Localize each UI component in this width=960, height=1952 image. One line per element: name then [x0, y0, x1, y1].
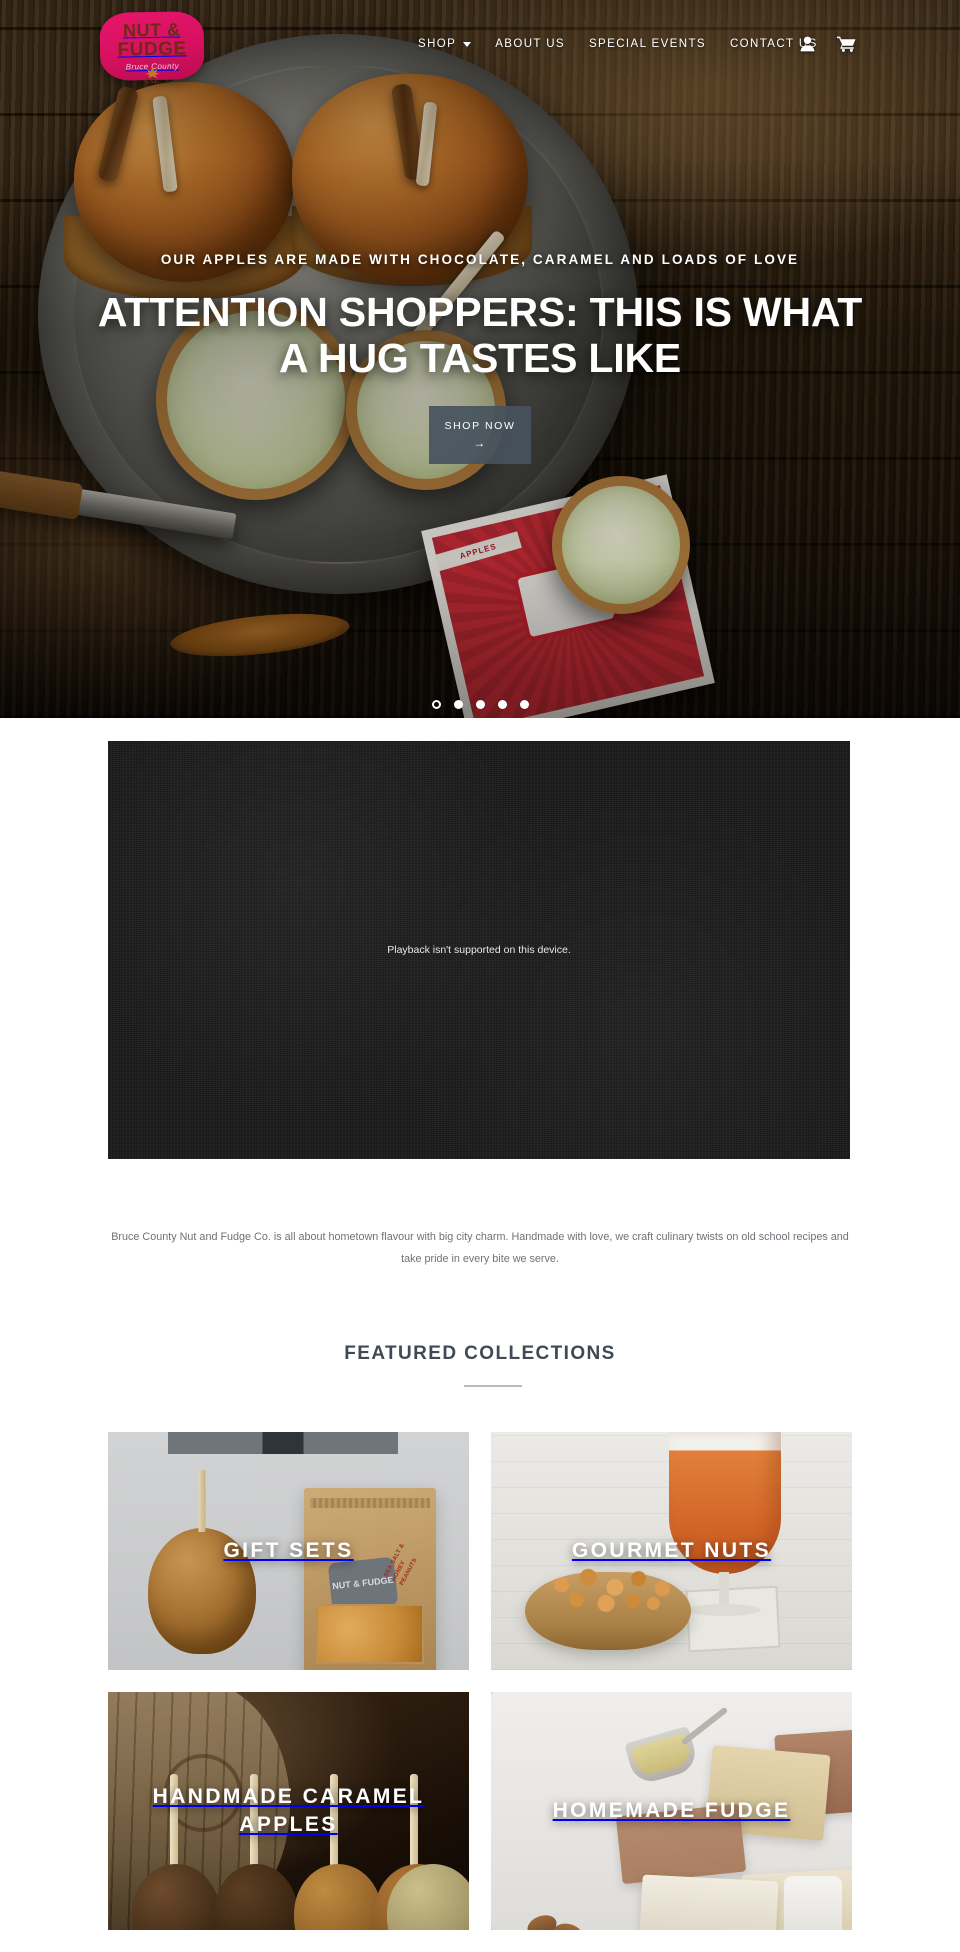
slider-dot-3[interactable] — [475, 700, 485, 709]
shop-now-button[interactable]: SHOP NOW → — [429, 405, 531, 464]
site-header: NUT & FUDGE Bruce County CO. SHOP ABOUT … — [0, 0, 960, 100]
collection-label-homemade-fudge: HOMEMADE FUDGE — [552, 1799, 791, 1823]
bag-seal — [310, 1498, 430, 1508]
main-navigation: SHOP ABOUT US SPECIAL EVENTS CONTACT US — [418, 38, 818, 50]
slider-dot-4[interactable] — [497, 700, 507, 709]
creamer-pitcher-prop — [784, 1876, 842, 1930]
cart-icon[interactable] — [837, 36, 856, 52]
hero-subtitle: OUR APPLES ARE MADE WITH CHOCOLATE, CARA… — [160, 252, 800, 267]
video-playback-message: Playback isn't supported on this device. — [387, 944, 571, 956]
video-player[interactable]: Playback isn't supported on this device. — [108, 741, 850, 1159]
intro-paragraph: Bruce County Nut and Fudge Co. is all ab… — [111, 1231, 849, 1265]
nav-label-shop: SHOP — [418, 38, 457, 50]
slider-dot-1[interactable] — [431, 700, 441, 709]
scoop-prop — [624, 1725, 700, 1787]
nav-item-about-us[interactable]: ABOUT US — [495, 38, 565, 50]
featured-collections-heading: FEATURED COLLECTIONS — [344, 1343, 616, 1364]
nav-item-shop[interactable]: SHOP — [418, 38, 472, 50]
collection-tile-gourmet-nuts[interactable]: GOURMET NUTS — [491, 1432, 852, 1670]
video-section: Playback isn't supported on this device. — [108, 741, 850, 1159]
scoop-contents — [630, 1732, 694, 1779]
caramel-apple-prop — [294, 1864, 382, 1930]
glass-foot — [687, 1604, 761, 1616]
coaster-prop — [685, 1585, 781, 1653]
collection-row: HANDMADE CARAMEL APPLES HOMEMADE FUDGE — [108, 1692, 852, 1930]
collection-label-gourmet-nuts: GOURMET NUTS — [571, 1539, 772, 1563]
hero-slider[interactable]: APPLES NUT & FUDGE Bruce County CO. SHOP… — [0, 0, 960, 718]
nut-bag-prop: NUT & FUDGE SEA SALT & HONEY PEANUTS — [304, 1488, 436, 1670]
slider-pagination — [0, 700, 960, 709]
fudge-slab — [639, 1874, 779, 1930]
shelf-prop — [168, 1432, 398, 1454]
hero-content: OUR APPLES ARE MADE WITH CHOCOLATE, CARA… — [0, 252, 960, 464]
account-icon[interactable] — [800, 36, 815, 52]
shop-now-label: SHOP NOW — [444, 420, 516, 433]
collection-tile-gift-sets[interactable]: NUT & FUDGE SEA SALT & HONEY PEANUTS GIF… — [108, 1432, 469, 1670]
nut-pile-prop — [535, 1560, 683, 1622]
nav-item-special-events[interactable]: SPECIAL EVENTS — [589, 38, 706, 50]
collection-tile-handmade-caramel-apples[interactable]: HANDMADE CARAMEL APPLES — [108, 1692, 469, 1930]
featured-collections-grid: NUT & FUDGE SEA SALT & HONEY PEANUTS GIF… — [108, 1432, 852, 1952]
collection-label-gift-sets: GIFT SETS — [223, 1539, 354, 1563]
nav-label-special-events: SPECIAL EVENTS — [588, 38, 706, 50]
bag-window — [316, 1604, 424, 1664]
site-logo[interactable]: NUT & FUDGE Bruce County CO. — [99, 11, 205, 85]
arrow-right-icon: → — [473, 436, 487, 451]
logo-line-2: FUDGE — [117, 37, 187, 61]
collection-row: NUT & FUDGE SEA SALT & HONEY PEANUTS GIF… — [108, 1432, 852, 1670]
heading-divider — [464, 1385, 522, 1387]
chevron-down-icon — [463, 41, 472, 47]
collection-label-handmade-caramel-apples: HANDMADE CARAMEL APPLES — [152, 1785, 425, 1836]
logo-line-1: NUT & — [122, 19, 181, 41]
hero-title: ATTENTION SHOPPERS: THIS IS WHAT A HUG T… — [97, 289, 863, 382]
glass-stem — [719, 1572, 729, 1606]
slider-dot-2[interactable] — [453, 700, 463, 709]
header-icon-group — [800, 36, 856, 52]
nav-label-about-us: ABOUT US — [495, 38, 565, 50]
logo-co-text: CO. — [144, 77, 161, 86]
collection-tile-homemade-fudge[interactable]: HOMEMADE FUDGE — [491, 1692, 852, 1930]
slider-dot-5[interactable] — [519, 700, 529, 709]
